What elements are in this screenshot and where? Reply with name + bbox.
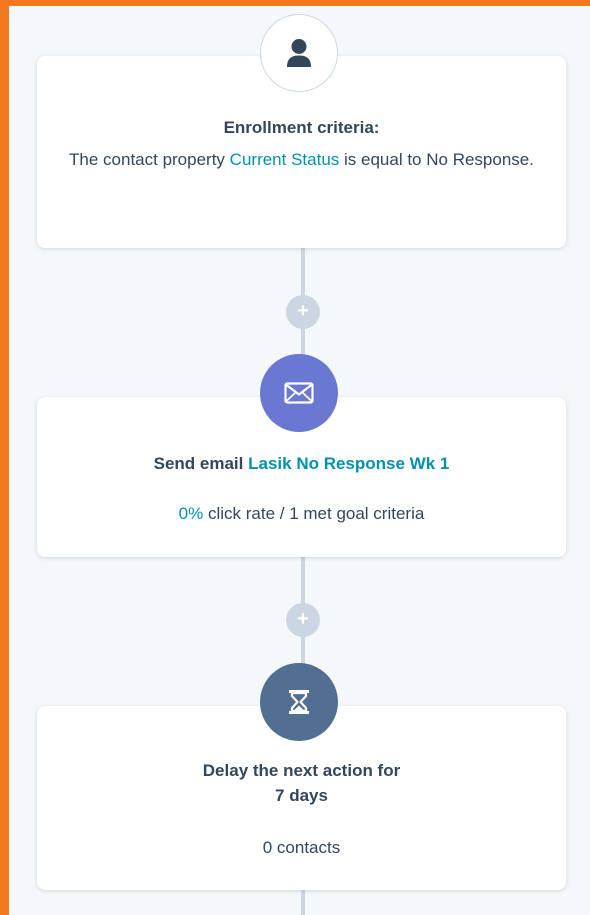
contact-person-icon — [287, 39, 311, 67]
add-action-button[interactable]: + — [286, 603, 320, 637]
frame-border-left — [0, 0, 9, 915]
frame-border-top — [0, 0, 590, 6]
delay-title-line2: 7 days — [275, 786, 328, 805]
delay-contacts-count: 0 contacts — [262, 838, 341, 857]
send-email-title: Send email Lasik No Response Wk 1 — [37, 454, 566, 474]
connector-line — [301, 890, 305, 915]
delay-title-line1: Delay the next action for — [202, 761, 401, 780]
add-action-button[interactable]: + — [286, 295, 320, 329]
email-action-badge — [260, 354, 338, 432]
enrollment-criteria-title: Enrollment criteria: — [223, 118, 380, 137]
property-link-current-status[interactable]: Current Status — [230, 150, 340, 169]
criteria-value: No Response. — [426, 150, 534, 169]
click-rate-value[interactable]: 0% — [179, 504, 204, 523]
enrollment-criteria-text: The contact property Current Status is e… — [37, 144, 566, 175]
email-stats: 0% click rate / 1 met goal criteria — [37, 498, 566, 529]
delay-action-badge — [260, 663, 338, 741]
criteria-middle: is equal to — [344, 150, 422, 169]
click-rate-text: click rate / 1 met goal criteria — [207, 504, 425, 523]
criteria-prefix: The contact property — [69, 150, 225, 169]
plus-icon: + — [297, 608, 309, 630]
hourglass-icon — [289, 690, 309, 714]
contact-trigger-badge — [260, 14, 338, 92]
envelope-icon — [284, 382, 314, 404]
send-email-label: Send email — [153, 454, 244, 473]
email-link-lasik[interactable]: Lasik No Response Wk 1 — [248, 454, 449, 473]
plus-icon: + — [297, 300, 309, 322]
